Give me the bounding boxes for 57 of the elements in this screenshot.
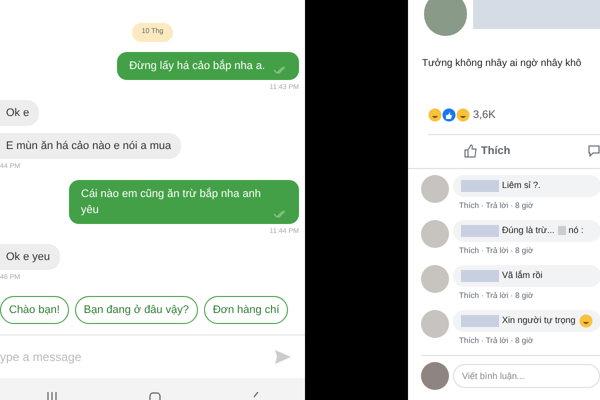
comment-action-link[interactable]: Thích	[459, 290, 480, 302]
comment-time: 8 giờ	[515, 334, 534, 346]
blurred-avatar	[421, 174, 449, 202]
separator-dot: ·	[481, 334, 484, 346]
recent-apps-icon[interactable]	[46, 392, 58, 400]
comment-text: Liêm sỉ ?.	[502, 178, 541, 192]
comment-action-link[interactable]: Thích	[459, 244, 480, 256]
suggestion-chip[interactable]: Bạn đang ở đâu vậy?	[74, 296, 198, 324]
post-text: Tưởng không nhây ai ngờ nhây khô	[422, 57, 582, 71]
comment-text: Xin người tự trọng	[502, 314, 576, 327]
comment-text: nó :	[568, 224, 584, 237]
comment-action-link[interactable]: Thích	[459, 334, 480, 346]
comment-text: Vã lắm rồi	[502, 268, 543, 282]
comment-action-link[interactable]: Trả lời	[486, 244, 508, 256]
thumbs-up-icon	[464, 144, 478, 158]
separator-dot: ·	[481, 244, 484, 256]
received-message-bubble: Ok e yeu	[0, 244, 60, 270]
message-text: Đừng lấy há cảo bắp nha a.	[129, 58, 265, 74]
comment-text: Đúng là trừ...	[502, 224, 555, 237]
comment-time: 8 giờ	[515, 244, 534, 256]
suggestion-chip[interactable]: Chào bạn!	[0, 296, 69, 324]
blurred-avatar	[421, 310, 449, 338]
blurred-name	[461, 270, 499, 282]
comment-action-link[interactable]: Trả lời	[486, 200, 508, 212]
separator-dot: ·	[510, 290, 514, 302]
comment-time: 8 giờ	[515, 200, 534, 212]
like-button[interactable]: Thích	[464, 142, 510, 160]
blurred-avatar	[421, 220, 449, 248]
blurred-name	[461, 314, 499, 326]
comment-time: 8 giờ	[515, 290, 534, 302]
double-check-icon	[273, 66, 287, 74]
separator-dot: ·	[510, 334, 514, 346]
blurred-avatar	[424, 0, 467, 36]
received-message-bubble: E mùn ăn há cảo nào e nói a mua	[0, 133, 182, 159]
separator-dot: ·	[481, 290, 484, 302]
like-reaction-icon	[442, 108, 456, 122]
blurred-text	[558, 226, 566, 235]
comment-action-link[interactable]: Thích	[459, 200, 480, 212]
comment-icon[interactable]	[588, 145, 600, 157]
message-text: Cái nào em cũng ăn trừ bắp nha anh yêu	[81, 186, 262, 218]
separator-dot: ·	[510, 244, 514, 256]
blurred-name	[461, 180, 499, 192]
blurred-avatar	[421, 362, 449, 390]
separator-dot: ·	[510, 200, 514, 212]
message-input[interactable]: ype a message	[0, 348, 200, 366]
blurred-avatar	[421, 264, 449, 292]
comment-input[interactable]: Viết bình luận...	[453, 364, 600, 388]
double-check-icon	[273, 210, 287, 218]
comment-action-link[interactable]: Trả lời	[486, 334, 508, 346]
blurred-name	[461, 224, 499, 236]
laughing-emoji-icon	[428, 108, 442, 122]
suggestion-chip[interactable]: Đơn hàng chí	[204, 296, 288, 324]
separator-dot: ·	[481, 200, 484, 212]
comment-action-link[interactable]: Trả lời	[486, 290, 508, 302]
received-message-bubble: Ok e	[0, 100, 40, 126]
home-icon[interactable]	[148, 392, 160, 400]
reaction-count: 3,6K	[473, 108, 496, 123]
